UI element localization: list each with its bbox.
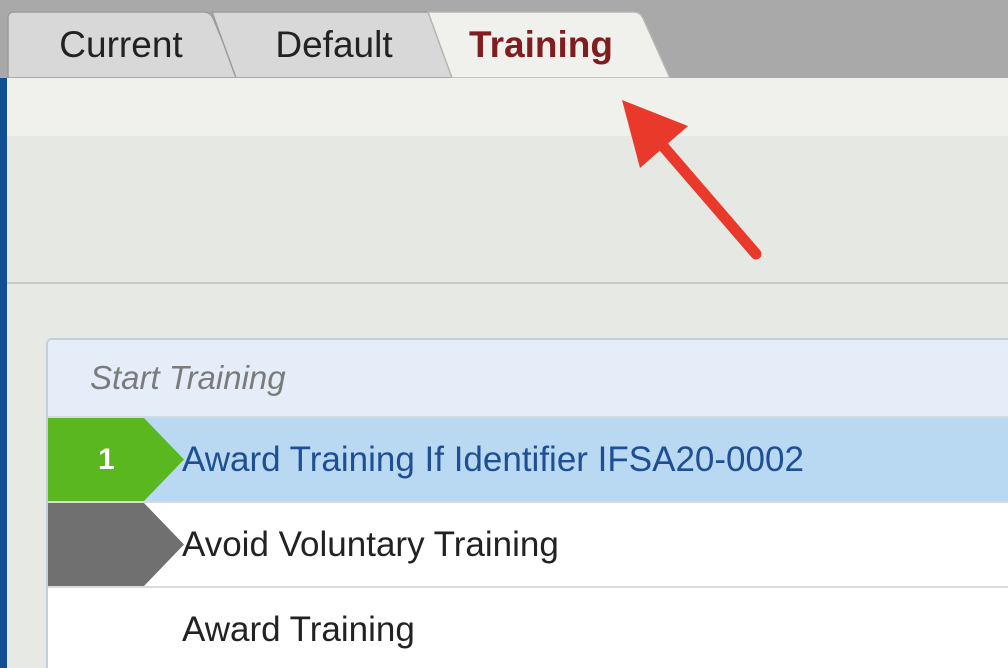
tab-training-label: Training xyxy=(469,24,613,65)
training-screen: Current Default Training Start Training xyxy=(0,0,1008,668)
tab-training[interactable]: Training xyxy=(426,11,672,79)
list-item[interactable]: Avoid Voluntary Training xyxy=(48,503,1008,588)
list-item-label: Award Training If Identifier IFSA20-0002 xyxy=(182,439,804,479)
tab-default[interactable]: Default xyxy=(210,11,458,79)
green-chevron-icon xyxy=(48,418,184,501)
tab-current-label: Current xyxy=(59,24,183,65)
tab-default-label: Default xyxy=(275,24,393,65)
gray-chevron-icon xyxy=(48,503,184,586)
step-marker-inactive xyxy=(48,503,184,586)
left-edge-bar xyxy=(0,78,7,668)
list-item-label: Award Training xyxy=(182,609,415,649)
step-marker-active: 1 xyxy=(48,418,184,501)
header-band xyxy=(7,136,1008,282)
list-item[interactable]: Award Training xyxy=(48,588,1008,668)
list-item[interactable]: 1 Award Training If Identifier IFSA20-00… xyxy=(48,418,1008,503)
step-number: 1 xyxy=(98,442,115,476)
training-list: Start Training 1 Award Training If Ident… xyxy=(46,338,1008,668)
list-header: Start Training xyxy=(48,340,1008,418)
tab-bar: Current Default Training xyxy=(0,0,1008,79)
tab-current[interactable]: Current xyxy=(7,11,240,79)
list-item-label: Avoid Voluntary Training xyxy=(182,524,559,564)
toolbar-strip xyxy=(7,78,1008,136)
